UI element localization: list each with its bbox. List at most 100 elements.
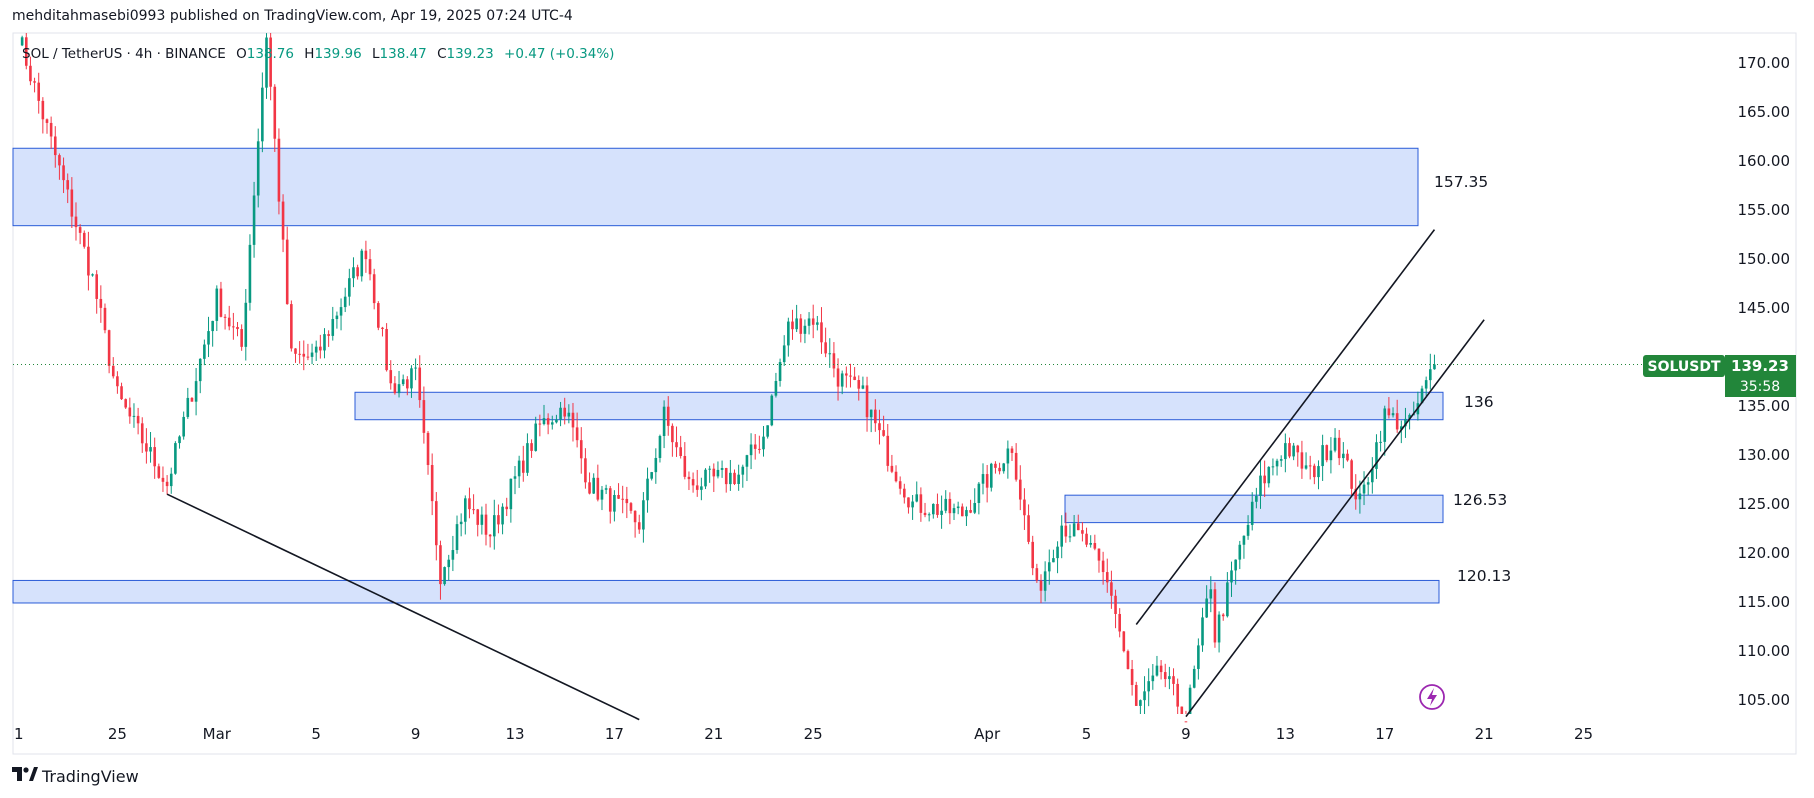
candle: [215, 285, 219, 332]
y-tick-label: 130.00: [1738, 446, 1791, 464]
candle: [1329, 437, 1333, 474]
candle: [998, 462, 1001, 475]
candle: [488, 534, 492, 548]
candle: [443, 566, 446, 586]
candle: [33, 77, 36, 93]
tradingview-brand: TradingView: [42, 766, 139, 786]
candlestick-chart[interactable]: 157.35 136 126.53 120.13 105.00 110.00 115.00…: [0, 0, 1814, 760]
candle: [45, 118, 49, 134]
candle: [339, 298, 343, 331]
time-axis[interactable]: 1 25 Mar 5 9 13 17 21 25 Apr 5 9 13 17 21 25: [14, 725, 1593, 743]
y-tick-label: 170.00: [1738, 54, 1791, 72]
candle: [840, 370, 844, 395]
candle: [932, 503, 935, 519]
candle: [1317, 460, 1320, 490]
zone-120-13[interactable]: [12, 579, 1440, 604]
symbol-badge-label: SOLUSDT: [1647, 359, 1720, 375]
candle: [845, 366, 848, 388]
candle: [1213, 582, 1217, 648]
candle: [169, 467, 173, 494]
candle: [1433, 354, 1436, 370]
symbol-info: SOL / TetherUS · 4h · BINANCE: [22, 46, 226, 62]
candle: [637, 514, 641, 534]
x-tick-label: 25: [108, 725, 127, 743]
candle: [1197, 638, 1200, 680]
candle: [1068, 524, 1072, 543]
candle: [1052, 549, 1055, 563]
zone-126-53[interactable]: [1064, 494, 1444, 524]
candle: [861, 376, 865, 390]
x-tick-label: 17: [605, 725, 624, 743]
candle: [505, 497, 509, 517]
candle: [1201, 607, 1204, 652]
candle: [306, 343, 310, 361]
candle: [828, 338, 832, 368]
candle: [588, 472, 591, 495]
candle: [704, 468, 707, 490]
x-tick-label: Apr: [974, 725, 1001, 743]
candle: [1081, 522, 1084, 542]
candle: [418, 355, 422, 408]
candle: [1296, 444, 1300, 467]
trendline-descending[interactable]: [166, 493, 640, 721]
high-value: 139.96: [314, 46, 361, 62]
y-tick-label: 105.00: [1738, 691, 1791, 709]
candle: [936, 493, 939, 518]
candle: [824, 327, 827, 358]
candle: [165, 475, 169, 495]
trendline-channel-upper[interactable]: [1135, 229, 1436, 626]
candle: [803, 319, 807, 344]
candle: [691, 472, 695, 493]
footer-branding[interactable]: TradingView: [12, 766, 139, 786]
candle: [613, 490, 616, 522]
candle: [1159, 660, 1163, 680]
candle: [733, 469, 736, 486]
zones-layer: [12, 147, 1444, 604]
candle: [269, 33, 272, 101]
candle: [778, 358, 782, 387]
candle: [782, 335, 786, 366]
candle: [472, 494, 475, 515]
candle: [716, 461, 720, 479]
candle: [1375, 434, 1378, 479]
candle: [749, 433, 753, 470]
candle: [153, 437, 156, 479]
high-label: H: [304, 46, 314, 62]
candle: [124, 398, 127, 409]
candle: [41, 97, 45, 134]
candle: [625, 486, 629, 519]
candle: [869, 409, 873, 433]
candle: [401, 374, 405, 387]
candle: [1279, 455, 1283, 467]
candle: [356, 264, 359, 280]
candle: [886, 424, 890, 472]
candle: [99, 285, 103, 323]
candle: [1346, 449, 1349, 462]
candle: [78, 224, 82, 245]
candle: [1155, 655, 1159, 677]
zone-157-35[interactable]: [12, 147, 1419, 227]
candle: [476, 508, 480, 537]
candle: [1002, 462, 1006, 474]
candle: [961, 503, 964, 517]
x-tick-label: 13: [505, 725, 524, 743]
close-value: 139.23: [447, 46, 494, 62]
candle: [642, 492, 645, 543]
candle: [451, 535, 455, 572]
candle: [128, 397, 132, 424]
candle: [1226, 572, 1229, 618]
zone-136[interactable]: [354, 391, 1444, 421]
candle: [816, 315, 819, 331]
candle: [1093, 534, 1097, 551]
candle: [1350, 458, 1353, 496]
candle: [758, 435, 761, 454]
candle: [20, 35, 24, 47]
candle: [1023, 488, 1026, 530]
flash-icon[interactable]: [1419, 684, 1445, 710]
candle: [186, 387, 190, 419]
candle: [244, 288, 248, 361]
candle: [136, 407, 140, 435]
candle: [944, 490, 948, 514]
y-tick-label: 110.00: [1738, 642, 1791, 660]
candle: [484, 503, 488, 546]
